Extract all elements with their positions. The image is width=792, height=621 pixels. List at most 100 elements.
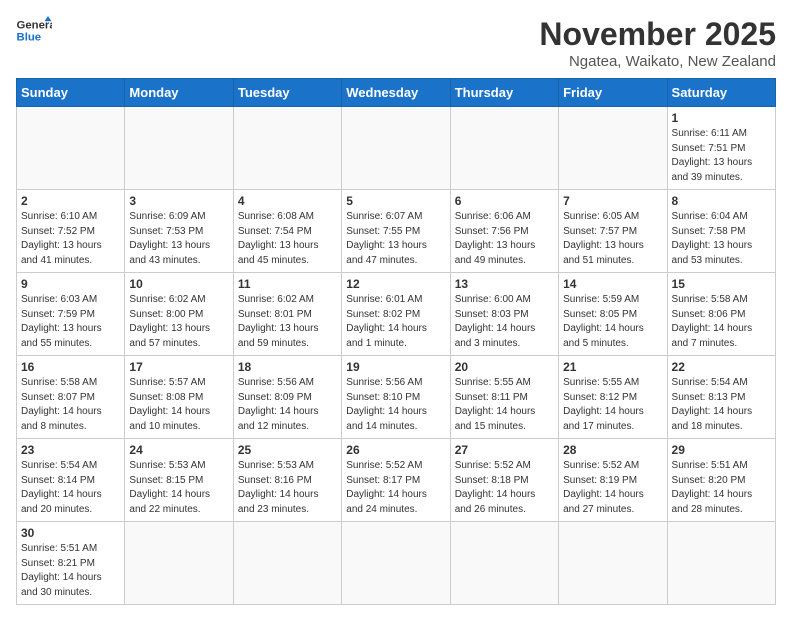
day-number: 5 xyxy=(346,194,445,208)
calendar-cell: 30Sunrise: 5:51 AM Sunset: 8:21 PM Dayli… xyxy=(17,522,125,605)
calendar-cell xyxy=(450,107,558,190)
calendar-cell: 9 Sunrise: 6:03 AM Sunset: 7:59 PM Daylig… xyxy=(17,273,125,356)
day-number: 7 xyxy=(563,194,662,208)
calendar-cell xyxy=(342,522,450,605)
cell-sun-info: Sunrise: 6:05 AM Sunset: 7:57 PM Dayligh… xyxy=(563,210,662,268)
day-number: 13 xyxy=(455,277,554,291)
calendar-cell xyxy=(667,522,775,605)
logo-icon: General Blue xyxy=(16,16,52,44)
calendar-table: SundayMondayTuesdayWednesdayThursdayFrid… xyxy=(16,78,776,605)
day-number: 11 xyxy=(238,277,337,291)
day-number: 23 xyxy=(21,443,120,457)
col-header-thursday: Thursday xyxy=(450,79,558,107)
day-number: 9 xyxy=(21,277,120,291)
cell-sun-info: Sunrise: 6:04 AM Sunset: 7:58 PM Dayligh… xyxy=(672,210,771,268)
week-row-1: 1 Sunrise: 6:11 AM Sunset: 7:51 PM Daylig… xyxy=(17,107,776,190)
week-row-6: 30Sunrise: 5:51 AM Sunset: 8:21 PM Dayli… xyxy=(17,522,776,605)
calendar-cell: 24 Sunrise: 5:53 AM Sunset: 8:15 PM Dayli… xyxy=(125,439,233,522)
calendar-cell xyxy=(233,522,341,605)
cell-sun-info: Sunrise: 5:56 AM Sunset: 8:09 PM Dayligh… xyxy=(238,376,337,434)
cell-sun-info: Sunrise: 5:53 AM Sunset: 8:15 PM Dayligh… xyxy=(129,459,228,517)
day-number: 29 xyxy=(672,443,771,457)
calendar-cell: 2Sunrise: 6:10 AM Sunset: 7:52 PM Daylig… xyxy=(17,190,125,273)
week-row-3: 9 Sunrise: 6:03 AM Sunset: 7:59 PM Daylig… xyxy=(17,273,776,356)
calendar-cell: 10 Sunrise: 6:02 AM Sunset: 8:00 PM Dayli… xyxy=(125,273,233,356)
cell-sun-info: Sunrise: 6:03 AM Sunset: 7:59 PM Dayligh… xyxy=(21,293,120,351)
day-number: 16 xyxy=(21,360,120,374)
calendar-cell: 19 Sunrise: 5:56 AM Sunset: 8:10 PM Dayli… xyxy=(342,356,450,439)
logo: General Blue xyxy=(16,16,52,44)
calendar-cell: 25 Sunrise: 5:53 AM Sunset: 8:16 PM Dayli… xyxy=(233,439,341,522)
day-number: 21 xyxy=(563,360,662,374)
day-number: 10 xyxy=(129,277,228,291)
cell-sun-info: Sunrise: 5:55 AM Sunset: 8:12 PM Dayligh… xyxy=(563,376,662,434)
calendar-cell: 23 Sunrise: 5:54 AM Sunset: 8:14 PM Dayli… xyxy=(17,439,125,522)
calendar-cell: 7 Sunrise: 6:05 AM Sunset: 7:57 PM Daylig… xyxy=(559,190,667,273)
col-header-friday: Friday xyxy=(559,79,667,107)
day-number: 1 xyxy=(672,111,771,125)
col-header-tuesday: Tuesday xyxy=(233,79,341,107)
day-number: 8 xyxy=(672,194,771,208)
calendar-cell: 15Sunrise: 5:58 AM Sunset: 8:06 PM Dayli… xyxy=(667,273,775,356)
cell-sun-info: Sunrise: 5:52 AM Sunset: 8:19 PM Dayligh… xyxy=(563,459,662,517)
month-title: November 2025 xyxy=(539,16,776,53)
calendar-cell: 14Sunrise: 5:59 AM Sunset: 8:05 PM Dayli… xyxy=(559,273,667,356)
day-number: 24 xyxy=(129,443,228,457)
cell-sun-info: Sunrise: 6:08 AM Sunset: 7:54 PM Dayligh… xyxy=(238,210,337,268)
col-header-saturday: Saturday xyxy=(667,79,775,107)
day-number: 20 xyxy=(455,360,554,374)
calendar-cell: 26Sunrise: 5:52 AM Sunset: 8:17 PM Dayli… xyxy=(342,439,450,522)
calendar-cell: 1 Sunrise: 6:11 AM Sunset: 7:51 PM Daylig… xyxy=(667,107,775,190)
cell-sun-info: Sunrise: 5:52 AM Sunset: 8:18 PM Dayligh… xyxy=(455,459,554,517)
day-number: 6 xyxy=(455,194,554,208)
calendar-cell: 27 Sunrise: 5:52 AM Sunset: 8:18 PM Dayli… xyxy=(450,439,558,522)
col-header-sunday: Sunday xyxy=(17,79,125,107)
svg-text:Blue: Blue xyxy=(17,32,42,44)
calendar-cell: 4 Sunrise: 6:08 AM Sunset: 7:54 PM Daylig… xyxy=(233,190,341,273)
day-number: 3 xyxy=(129,194,228,208)
calendar-cell xyxy=(233,107,341,190)
day-number: 25 xyxy=(238,443,337,457)
day-number: 19 xyxy=(346,360,445,374)
cell-sun-info: Sunrise: 5:59 AM Sunset: 8:05 PM Dayligh… xyxy=(563,293,662,351)
week-row-4: 16 Sunrise: 5:58 AM Sunset: 8:07 PM Dayli… xyxy=(17,356,776,439)
cell-sun-info: Sunrise: 5:56 AM Sunset: 8:10 PM Dayligh… xyxy=(346,376,445,434)
calendar-cell xyxy=(17,107,125,190)
day-number: 12 xyxy=(346,277,445,291)
calendar-cell xyxy=(559,107,667,190)
cell-sun-info: Sunrise: 6:10 AM Sunset: 7:52 PM Dayligh… xyxy=(21,210,120,268)
day-number: 22 xyxy=(672,360,771,374)
cell-sun-info: Sunrise: 6:02 AM Sunset: 8:00 PM Dayligh… xyxy=(129,293,228,351)
calendar-cell: 6Sunrise: 6:06 AM Sunset: 7:56 PM Daylig… xyxy=(450,190,558,273)
cell-sun-info: Sunrise: 6:07 AM Sunset: 7:55 PM Dayligh… xyxy=(346,210,445,268)
calendar-cell xyxy=(342,107,450,190)
calendar-header-row: SundayMondayTuesdayWednesdayThursdayFrid… xyxy=(17,79,776,107)
calendar-cell: 18Sunrise: 5:56 AM Sunset: 8:09 PM Dayli… xyxy=(233,356,341,439)
title-block: November 2025 Ngatea, Waikato, New Zeala… xyxy=(539,16,776,70)
day-number: 4 xyxy=(238,194,337,208)
calendar-cell: 13Sunrise: 6:00 AM Sunset: 8:03 PM Dayli… xyxy=(450,273,558,356)
calendar-cell: 8 Sunrise: 6:04 AM Sunset: 7:58 PM Daylig… xyxy=(667,190,775,273)
cell-sun-info: Sunrise: 6:02 AM Sunset: 8:01 PM Dayligh… xyxy=(238,293,337,351)
week-row-2: 2Sunrise: 6:10 AM Sunset: 7:52 PM Daylig… xyxy=(17,190,776,273)
day-number: 17 xyxy=(129,360,228,374)
cell-sun-info: Sunrise: 5:54 AM Sunset: 8:14 PM Dayligh… xyxy=(21,459,120,517)
cell-sun-info: Sunrise: 5:53 AM Sunset: 8:16 PM Dayligh… xyxy=(238,459,337,517)
day-number: 26 xyxy=(346,443,445,457)
calendar-cell xyxy=(450,522,558,605)
col-header-wednesday: Wednesday xyxy=(342,79,450,107)
cell-sun-info: Sunrise: 6:09 AM Sunset: 7:53 PM Dayligh… xyxy=(129,210,228,268)
cell-sun-info: Sunrise: 5:58 AM Sunset: 8:07 PM Dayligh… xyxy=(21,376,120,434)
cell-sun-info: Sunrise: 6:11 AM Sunset: 7:51 PM Dayligh… xyxy=(672,127,771,185)
calendar-cell: 28Sunrise: 5:52 AM Sunset: 8:19 PM Dayli… xyxy=(559,439,667,522)
calendar-cell: 3 Sunrise: 6:09 AM Sunset: 7:53 PM Daylig… xyxy=(125,190,233,273)
day-number: 27 xyxy=(455,443,554,457)
cell-sun-info: Sunrise: 5:54 AM Sunset: 8:13 PM Dayligh… xyxy=(672,376,771,434)
cell-sun-info: Sunrise: 6:01 AM Sunset: 8:02 PM Dayligh… xyxy=(346,293,445,351)
calendar-cell xyxy=(559,522,667,605)
cell-sun-info: Sunrise: 5:58 AM Sunset: 8:06 PM Dayligh… xyxy=(672,293,771,351)
calendar-cell xyxy=(125,107,233,190)
cell-sun-info: Sunrise: 5:51 AM Sunset: 8:20 PM Dayligh… xyxy=(672,459,771,517)
cell-sun-info: Sunrise: 5:57 AM Sunset: 8:08 PM Dayligh… xyxy=(129,376,228,434)
calendar-cell: 20Sunrise: 5:55 AM Sunset: 8:11 PM Dayli… xyxy=(450,356,558,439)
